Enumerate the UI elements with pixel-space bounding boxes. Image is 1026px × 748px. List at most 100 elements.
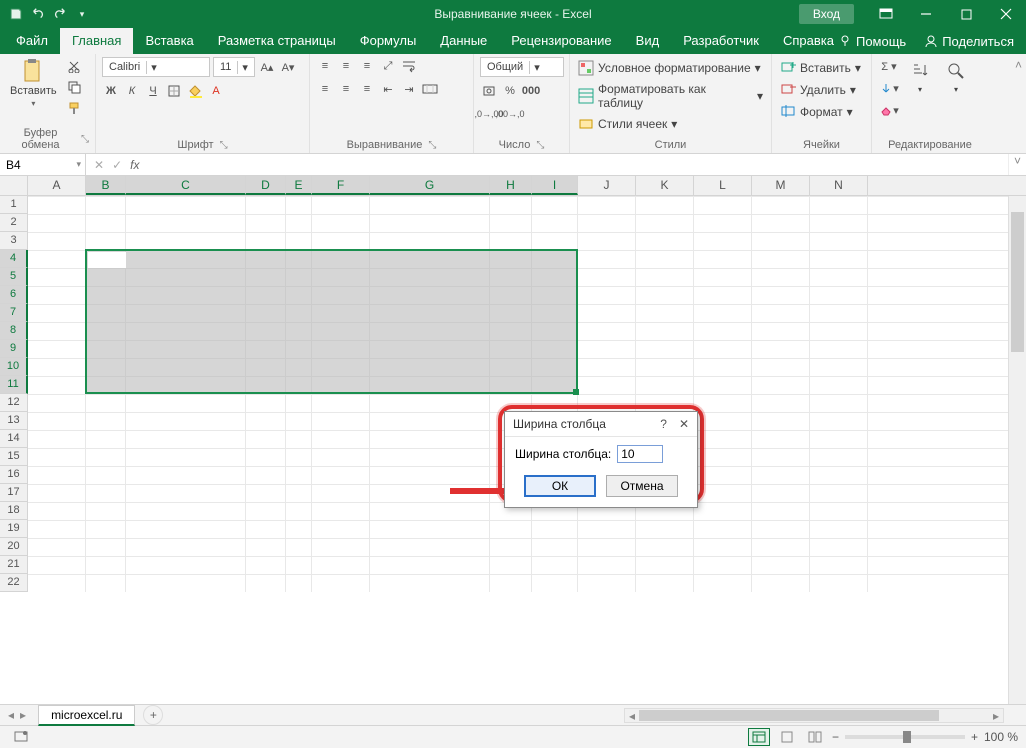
- vertical-scrollbar[interactable]: [1008, 196, 1026, 704]
- number-format-combo[interactable]: Общий▾: [480, 57, 564, 77]
- insert-cells-button[interactable]: Вставить ▾: [778, 59, 865, 77]
- align-center-icon[interactable]: ≡: [337, 80, 355, 98]
- tab-рецензирование[interactable]: Рецензирование: [499, 28, 623, 54]
- col-header-I[interactable]: I: [532, 176, 578, 195]
- new-sheet-icon[interactable]: +: [143, 705, 163, 725]
- page-break-view-icon[interactable]: [804, 728, 826, 746]
- col-header-K[interactable]: K: [636, 176, 694, 195]
- dialog-help-icon[interactable]: ?: [660, 417, 667, 431]
- font-size-combo[interactable]: 11▾: [213, 57, 255, 77]
- format-cells-button[interactable]: Формат ▾: [778, 103, 865, 121]
- tab-разметка страницы[interactable]: Разметка страницы: [206, 28, 348, 54]
- save-icon[interactable]: [8, 6, 24, 22]
- undo-icon[interactable]: [30, 6, 46, 22]
- sort-filter-button[interactable]: ▾: [904, 57, 936, 96]
- currency-icon[interactable]: [480, 82, 498, 100]
- row-header-21[interactable]: 21: [0, 556, 28, 574]
- col-header-N[interactable]: N: [810, 176, 868, 195]
- collapse-ribbon-icon[interactable]: ˄: [1015, 58, 1022, 72]
- zoom-in-icon[interactable]: +: [971, 730, 978, 744]
- align-top-icon[interactable]: ≡: [316, 57, 334, 75]
- fx-icon[interactable]: fx: [130, 158, 139, 172]
- col-header-B[interactable]: B: [86, 176, 126, 195]
- row-header-10[interactable]: 10: [0, 358, 28, 376]
- formula-input[interactable]: [147, 154, 1008, 175]
- cancel-button[interactable]: Отмена: [606, 475, 678, 497]
- close-button[interactable]: [986, 0, 1026, 28]
- accept-formula-icon[interactable]: ✓: [112, 158, 122, 172]
- col-header-A[interactable]: A: [28, 176, 86, 195]
- row-header-22[interactable]: 22: [0, 574, 28, 592]
- name-box[interactable]: B4▾: [0, 154, 86, 175]
- align-middle-icon[interactable]: ≡: [337, 57, 355, 75]
- conditional-formatting-button[interactable]: Условное форматирование ▾: [576, 59, 765, 77]
- zoom-out-icon[interactable]: −: [832, 730, 839, 744]
- qat-customize-icon[interactable]: ▾: [74, 6, 90, 22]
- row-header-20[interactable]: 20: [0, 538, 28, 556]
- select-all-corner[interactable]: [0, 176, 28, 195]
- col-header-H[interactable]: H: [490, 176, 532, 195]
- row-header-9[interactable]: 9: [0, 340, 28, 358]
- decrease-font-icon[interactable]: A▾: [279, 58, 297, 76]
- clear-icon[interactable]: ▾: [878, 101, 900, 119]
- col-header-G[interactable]: G: [370, 176, 490, 195]
- signin-button[interactable]: Вход: [799, 4, 854, 24]
- row-header-18[interactable]: 18: [0, 502, 28, 520]
- row-header-1[interactable]: 1: [0, 196, 28, 214]
- redo-icon[interactable]: [52, 6, 68, 22]
- clipboard-dialog-icon[interactable]: ⤡: [81, 134, 89, 145]
- col-header-E[interactable]: E: [286, 176, 312, 195]
- bold-button[interactable]: Ж: [102, 82, 120, 100]
- tab-вставка[interactable]: Вставка: [133, 28, 205, 54]
- row-header-16[interactable]: 16: [0, 466, 28, 484]
- row-header-4[interactable]: 4: [0, 250, 28, 268]
- tab-файл[interactable]: Файл: [4, 28, 60, 54]
- align-bottom-icon[interactable]: ≡: [358, 57, 376, 75]
- tab-формулы[interactable]: Формулы: [348, 28, 429, 54]
- sheet-nav-next-icon[interactable]: ▸: [20, 708, 26, 722]
- increase-font-icon[interactable]: A▴: [258, 58, 276, 76]
- cancel-formula-icon[interactable]: ✕: [94, 158, 104, 172]
- dialog-close-icon[interactable]: ✕: [679, 417, 689, 431]
- row-header-13[interactable]: 13: [0, 412, 28, 430]
- tab-разработчик[interactable]: Разработчик: [671, 28, 771, 54]
- copy-icon[interactable]: [65, 78, 83, 96]
- font-dialog-icon[interactable]: ⤡: [220, 140, 228, 151]
- orientation-icon[interactable]: ⤢: [379, 57, 397, 75]
- decrease-decimal-icon[interactable]: ,00→,0: [501, 105, 519, 123]
- fill-icon[interactable]: ▾: [878, 79, 900, 97]
- row-header-17[interactable]: 17: [0, 484, 28, 502]
- row-header-8[interactable]: 8: [0, 322, 28, 340]
- row-header-12[interactable]: 12: [0, 394, 28, 412]
- find-select-button[interactable]: ▾: [940, 57, 972, 96]
- col-header-F[interactable]: F: [312, 176, 370, 195]
- ok-button[interactable]: ОК: [524, 475, 596, 497]
- col-header-C[interactable]: C: [126, 176, 246, 195]
- format-as-table-button[interactable]: Форматировать как таблицу ▾: [576, 81, 765, 111]
- zoom-level[interactable]: 100 %: [984, 730, 1018, 744]
- row-header-2[interactable]: 2: [0, 214, 28, 232]
- autosum-icon[interactable]: Σ ▾: [878, 57, 900, 75]
- number-dialog-icon[interactable]: ⤡: [536, 140, 544, 151]
- italic-button[interactable]: К: [123, 82, 141, 100]
- sheet-nav-prev-icon[interactable]: ◂: [8, 708, 14, 722]
- cell-styles-button[interactable]: Стили ячеек ▾: [576, 115, 765, 133]
- horizontal-scrollbar[interactable]: ◂▸: [624, 708, 1004, 723]
- format-painter-icon[interactable]: [65, 99, 83, 117]
- row-header-11[interactable]: 11: [0, 376, 28, 394]
- normal-view-icon[interactable]: [748, 728, 770, 746]
- row-header-5[interactable]: 5: [0, 268, 28, 286]
- row-header-3[interactable]: 3: [0, 232, 28, 250]
- tell-me-icon[interactable]: Помощь: [834, 34, 910, 49]
- macro-record-icon[interactable]: [14, 732, 28, 746]
- tab-вид[interactable]: Вид: [624, 28, 672, 54]
- wrap-text-icon[interactable]: [400, 57, 418, 75]
- decrease-indent-icon[interactable]: ⇤: [379, 80, 397, 98]
- col-header-J[interactable]: J: [578, 176, 636, 195]
- tab-данные[interactable]: Данные: [428, 28, 499, 54]
- cut-icon[interactable]: [65, 57, 83, 75]
- col-header-L[interactable]: L: [694, 176, 752, 195]
- sheet-tab[interactable]: microexcel.ru: [38, 705, 135, 726]
- font-name-combo[interactable]: Calibri▾: [102, 57, 210, 77]
- minimize-button[interactable]: [906, 0, 946, 28]
